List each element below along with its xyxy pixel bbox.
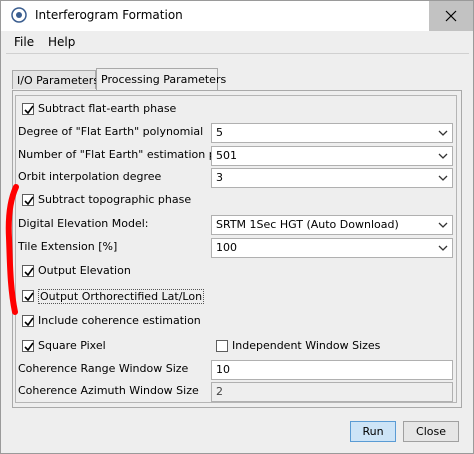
orbit-interp-degree-value: 3 <box>216 171 223 184</box>
coh-range-window-input[interactable]: 10 <box>211 360 453 380</box>
chevron-down-icon <box>438 222 448 228</box>
include-coherence-label: Include coherence estimation <box>38 314 201 327</box>
tile-extension-dropdown[interactable]: 100 <box>211 238 453 258</box>
dem-label: Digital Elevation Model: <box>18 217 149 230</box>
tab-io-parameters[interactable]: I/O Parameters <box>12 70 99 89</box>
coh-range-window-label: Coherence Range Window Size <box>18 362 189 375</box>
window-close-button[interactable] <box>429 1 473 31</box>
checkmark-icon <box>24 342 34 352</box>
independent-window-checkbox[interactable] <box>216 340 228 352</box>
run-button[interactable]: Run <box>350 421 396 442</box>
subtract-flat-earth-checkbox[interactable] <box>22 103 34 115</box>
close-button[interactable]: Close <box>403 421 459 442</box>
coh-range-window-value: 10 <box>216 363 230 376</box>
orbit-interp-degree-dropdown[interactable]: 3 <box>211 168 453 188</box>
app-icon <box>11 7 27 23</box>
output-elevation-checkbox[interactable] <box>22 265 34 277</box>
coh-azimuth-window-value: 2 <box>216 385 223 398</box>
chevron-down-icon <box>438 175 448 181</box>
subtract-flat-earth-label: Subtract flat-earth phase <box>38 102 177 115</box>
output-ortho-latlon-label: Output Orthorectified Lat/Lon <box>38 289 205 304</box>
checkmark-icon <box>24 105 34 115</box>
degree-flat-earth-dropdown[interactable]: 5 <box>211 123 453 143</box>
degree-flat-earth-value: 5 <box>216 126 223 139</box>
title-bar: Interferogram Formation <box>1 1 473 31</box>
chevron-down-icon <box>438 245 448 251</box>
num-flat-earth-points-label: Number of "Flat Earth" estimation points <box>18 148 243 161</box>
degree-flat-earth-label: Degree of "Flat Earth" polynomial <box>18 125 204 138</box>
chevron-down-icon <box>438 153 448 159</box>
checkmark-icon <box>24 196 34 206</box>
subtract-topo-checkbox[interactable] <box>22 194 34 206</box>
dem-value: SRTM 1Sec HGT (Auto Download) <box>216 218 399 231</box>
tile-extension-label: Tile Extension [%] <box>18 240 118 253</box>
square-pixel-label: Square Pixel <box>38 339 106 352</box>
tile-extension-value: 100 <box>216 241 237 254</box>
checkmark-icon <box>24 317 34 327</box>
window-title: Interferogram Formation <box>35 8 183 22</box>
num-flat-earth-points-dropdown[interactable]: 501 <box>211 146 453 166</box>
coh-azimuth-window-input: 2 <box>211 382 453 402</box>
checkmark-icon <box>24 292 34 302</box>
output-elevation-label: Output Elevation <box>38 264 131 277</box>
menu-help[interactable]: Help <box>46 35 77 49</box>
output-ortho-latlon-checkbox[interactable] <box>22 290 34 302</box>
independent-window-label: Independent Window Sizes <box>232 339 381 352</box>
chevron-down-icon <box>438 130 448 136</box>
include-coherence-checkbox[interactable] <box>22 315 34 327</box>
menu-bar: File Help <box>6 32 469 54</box>
subtract-topo-label: Subtract topographic phase <box>38 193 192 206</box>
tab-processing-parameters[interactable]: Processing Parameters <box>96 68 226 90</box>
checkmark-icon <box>24 267 34 277</box>
orbit-interp-degree-label: Orbit interpolation degree <box>18 170 162 183</box>
num-flat-earth-points-value: 501 <box>216 149 237 162</box>
dem-dropdown[interactable]: SRTM 1Sec HGT (Auto Download) <box>211 215 453 235</box>
menu-file[interactable]: File <box>12 35 36 49</box>
close-icon <box>445 10 457 22</box>
coh-azimuth-window-label: Coherence Azimuth Window Size <box>18 384 199 397</box>
square-pixel-checkbox[interactable] <box>22 340 34 352</box>
